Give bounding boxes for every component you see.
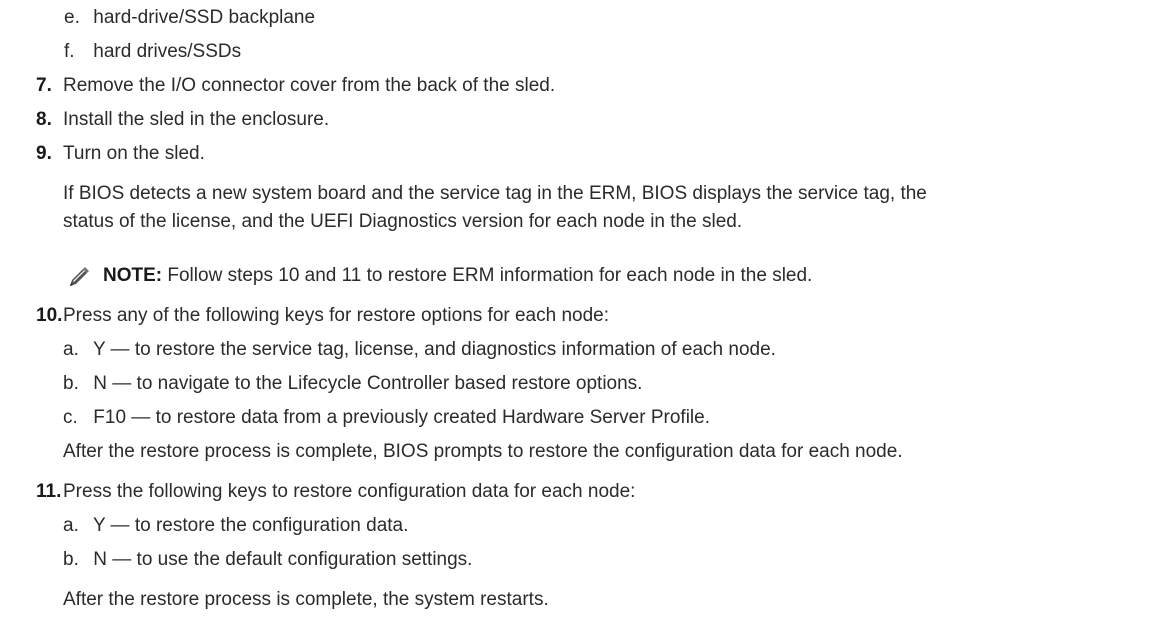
step-9-paragraph-line1: If BIOS detects a new system board and t… bbox=[63, 183, 927, 204]
step-10-text: Press any of the following keys for rest… bbox=[63, 305, 610, 326]
substep-marker: e. bbox=[64, 7, 80, 28]
step-7-text: Remove the I/O connector cover from the … bbox=[63, 75, 556, 96]
substep-text: Y — to restore the service tag, license,… bbox=[92, 339, 776, 360]
step-number: 9. bbox=[36, 143, 52, 164]
substep-marker: a. bbox=[63, 515, 79, 536]
substep-marker: f. bbox=[64, 41, 75, 62]
substep-text: Y — to restore the configuration data. bbox=[92, 515, 409, 536]
substep-text: N — to use the default configuration set… bbox=[93, 549, 473, 570]
substep-marker: a. bbox=[63, 339, 79, 360]
pencil-note-icon bbox=[70, 267, 89, 286]
step-number: 10. bbox=[36, 305, 63, 326]
substep-marker: c. bbox=[63, 407, 78, 428]
substep-a: a. Y — to restore the service tag, licen… bbox=[63, 338, 776, 362]
step-number: 8. bbox=[36, 109, 52, 130]
substep-text: hard drives/SSDs bbox=[93, 41, 242, 62]
step-9-paragraph-line2: status of the license, and the UEFI Diag… bbox=[63, 211, 743, 232]
substep-e: e. hard-drive/SSD backplane bbox=[64, 6, 315, 30]
substep-marker: b. bbox=[63, 549, 79, 570]
substep-text: N — to navigate to the Lifecycle Control… bbox=[93, 373, 643, 394]
step-9-text: Turn on the sled. bbox=[63, 143, 205, 164]
substep-f: f. hard drives/SSDs bbox=[64, 40, 241, 64]
substep-c: c. F10 — to restore data from a previous… bbox=[63, 406, 710, 430]
substep-b: b. N — to use the default configuration … bbox=[63, 548, 472, 572]
step-number: 7. bbox=[36, 75, 52, 96]
step-11-after-text: After the restore process is complete, t… bbox=[63, 589, 549, 610]
step-number: 11. bbox=[36, 481, 62, 502]
substep-a: a. Y — to restore the configuration data… bbox=[63, 514, 408, 538]
note: NOTE: Follow steps 10 and 11 to restore … bbox=[103, 264, 812, 288]
step-11-text: Press the following keys to restore conf… bbox=[63, 481, 636, 502]
note-label: NOTE: bbox=[103, 265, 163, 286]
substep-b: b. N — to navigate to the Lifecycle Cont… bbox=[63, 372, 642, 396]
substep-text: hard-drive/SSD backplane bbox=[93, 7, 316, 28]
note-text: Follow steps 10 and 11 to restore ERM in… bbox=[162, 265, 813, 286]
step-8-text: Install the sled in the enclosure. bbox=[63, 109, 330, 130]
substep-marker: b. bbox=[63, 373, 79, 394]
substep-text: F10 — to restore data from a previously … bbox=[93, 407, 710, 428]
step-10-after-text: After the restore process is complete, B… bbox=[63, 441, 903, 462]
